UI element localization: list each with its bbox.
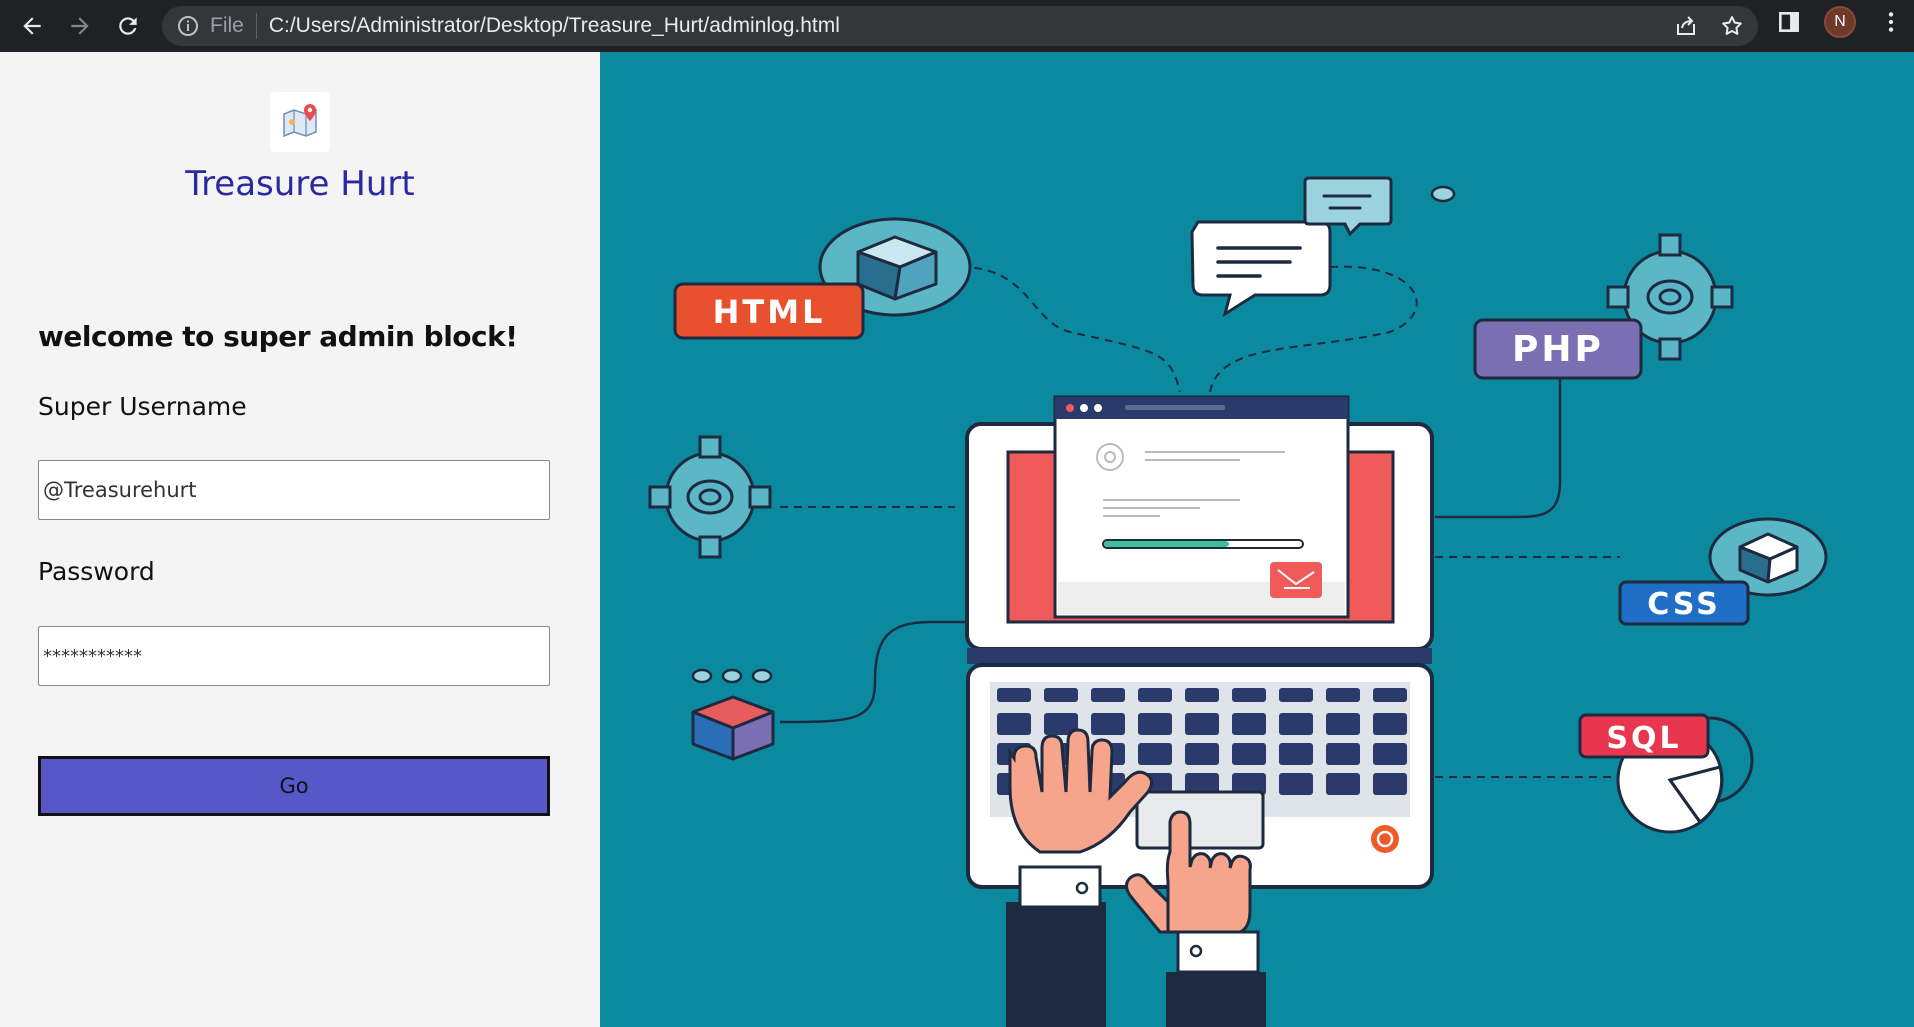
back-button[interactable]	[12, 6, 52, 46]
share-icon[interactable]	[1674, 14, 1698, 38]
keyboard-key	[1279, 743, 1313, 765]
keyboard-key	[1373, 743, 1407, 765]
file-scheme-label: File	[210, 14, 244, 37]
keyboard-key	[1326, 688, 1360, 702]
keyboard-key	[1044, 688, 1078, 702]
keyboard-key	[1373, 773, 1407, 795]
html-tag: HTML	[713, 293, 826, 331]
info-icon[interactable]	[176, 14, 200, 38]
brand-name: Treasure Hurt	[185, 164, 415, 204]
page-content: Treasure Hurt welcome to super admin blo…	[0, 52, 1914, 1027]
keyboard-key	[1138, 743, 1172, 765]
keyboard-key	[1091, 713, 1125, 735]
keyboard-key	[1279, 688, 1313, 702]
arrow-right-icon	[71, 17, 89, 35]
logo	[270, 92, 330, 152]
password-input[interactable]: ***********	[38, 626, 550, 686]
reload-button[interactable]	[108, 6, 148, 46]
arrow-left-icon	[23, 17, 41, 35]
address-bar[interactable]: File C:/Users/Administrator/Desktop/Trea…	[162, 6, 1758, 46]
keyboard-key	[1185, 743, 1219, 765]
go-button[interactable]: Go	[38, 756, 550, 816]
keyboard-key	[1232, 688, 1266, 702]
sql-tag: SQL	[1606, 721, 1681, 756]
keyboard-key	[1326, 743, 1360, 765]
side-panel-icon[interactable]	[1776, 9, 1802, 35]
divider	[255, 13, 257, 39]
keyboard-key	[1138, 688, 1172, 702]
url-text[interactable]: C:/Users/Administrator/Desktop/Treasure_…	[269, 14, 840, 38]
keyboard-key	[1279, 773, 1313, 795]
password-label: Password	[38, 557, 155, 586]
more-menu-icon[interactable]	[1878, 9, 1904, 35]
keyboard-key	[1279, 713, 1313, 735]
keyboard-key	[997, 713, 1031, 735]
keyboard-key	[1373, 688, 1407, 702]
developer-laptop-illustration: HTML PHP CSS SQL	[648, 176, 1828, 1027]
username-label: Super Username	[38, 392, 247, 421]
keyboard-key	[1091, 688, 1125, 702]
illustration-panel: HTML PHP CSS SQL	[600, 52, 1914, 1027]
browser-toolbar: File C:/Users/Administrator/Desktop/Trea…	[0, 0, 1914, 52]
php-tag: PHP	[1512, 329, 1604, 370]
keyboard-key	[1185, 713, 1219, 735]
reload-icon	[119, 17, 137, 35]
username-input[interactable]: @Treasurehurt	[38, 460, 550, 520]
star-icon[interactable]	[1720, 14, 1744, 38]
login-panel: Treasure Hurt welcome to super admin blo…	[0, 52, 600, 1027]
keyboard-key	[997, 688, 1031, 702]
css-tag: CSS	[1647, 587, 1720, 622]
forward-button[interactable]	[60, 6, 100, 46]
keyboard-key	[1232, 713, 1266, 735]
keyboard-key	[1326, 773, 1360, 795]
keyboard-key	[1138, 713, 1172, 735]
keyboard-key	[1373, 713, 1407, 735]
profile-avatar[interactable]: N	[1824, 6, 1856, 38]
keyboard-key	[1232, 743, 1266, 765]
keyboard-key	[1326, 713, 1360, 735]
map-pin-icon	[283, 104, 317, 138]
profile-initial: N	[1834, 13, 1846, 30]
keyboard-key	[1185, 688, 1219, 702]
page-heading: welcome to super admin block!	[38, 320, 518, 353]
